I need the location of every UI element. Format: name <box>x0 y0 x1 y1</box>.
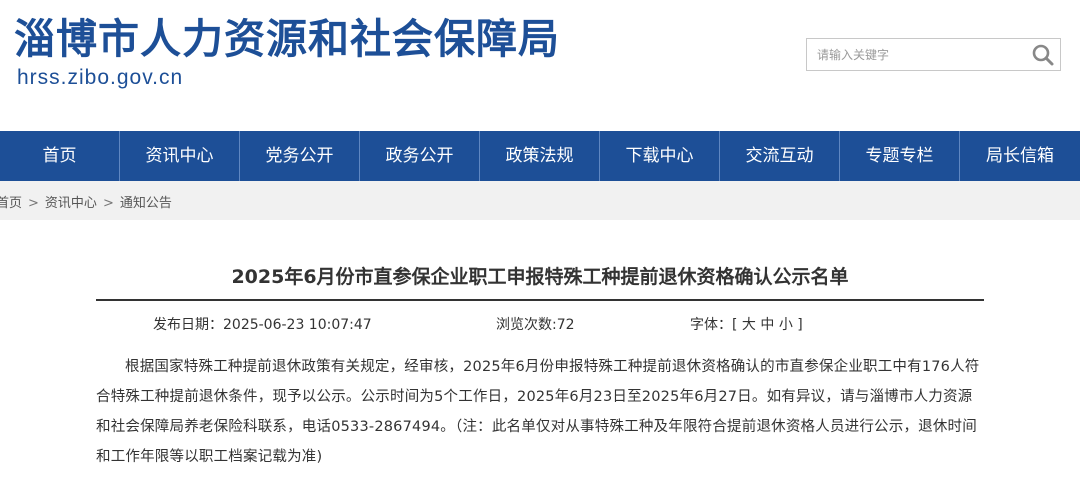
font-size-small[interactable]: 小 <box>779 317 793 333</box>
site-title[interactable]: 淄博市人力资源和社会保障局 <box>14 14 560 64</box>
nav-item-home[interactable]: 首页 <box>0 131 120 181</box>
nav-item-party-affairs[interactable]: 党务公开 <box>240 131 360 181</box>
font-size-large[interactable]: 大 <box>742 317 756 333</box>
nav-item-news[interactable]: 资讯中心 <box>120 131 240 181</box>
breadcrumb-notices[interactable]: 通知公告 <box>120 196 172 211</box>
breadcrumb-bar: 首页 > 资讯中心 > 通知公告 <box>0 181 1080 220</box>
nav-item-special-topics[interactable]: 专题专栏 <box>840 131 960 181</box>
search-input[interactable] <box>807 39 1025 70</box>
breadcrumb-separator: > <box>28 196 39 211</box>
breadcrumb-separator: > <box>102 196 114 211</box>
font-size-medium[interactable]: 中 <box>760 317 774 333</box>
font-size-close: ] <box>797 317 803 333</box>
article-body: 根据国家特殊工种提前退休政策有关规定，经审核，2025年6月份申报特殊工种提前退… <box>96 359 980 465</box>
font-size-selector: 字体：[ 大 中 小 ] <box>690 314 803 334</box>
site-header: 淄博市人力资源和社会保障局 hrss.zibo.gov.cn <box>0 0 1080 131</box>
article-title: 2025年6月份市直参保企业职工申报特殊工种提前退休资格确认公示名单 <box>231 266 849 288</box>
breadcrumb-news[interactable]: 资讯中心 <box>45 196 97 211</box>
nav-item-interaction[interactable]: 交流互动 <box>720 131 840 181</box>
breadcrumb-home[interactable]: 首页 <box>0 196 22 211</box>
font-size-label: 字体：[ <box>690 317 738 333</box>
breadcrumb: 首页 > 资讯中心 > 通知公告 <box>0 192 172 211</box>
main-nav: 首页 资讯中心 党务公开 政务公开 政策法规 下载中心 交流互动 专题专栏 局长… <box>0 131 1080 181</box>
view-count: 浏览次数:72 <box>496 317 575 333</box>
title-divider <box>96 299 984 301</box>
search-box <box>806 38 1061 71</box>
site-domain: hrss.zibo.gov.cn <box>17 66 184 89</box>
nav-item-downloads[interactable]: 下载中心 <box>600 131 720 181</box>
nav-item-policies[interactable]: 政策法规 <box>480 131 600 181</box>
nav-item-director-mailbox[interactable]: 局长信箱 <box>960 131 1080 181</box>
publish-date: 发布日期：2025-06-23 10:07:47 <box>153 317 372 333</box>
nav-item-government-affairs[interactable]: 政务公开 <box>360 131 480 181</box>
search-icon[interactable] <box>1030 42 1056 68</box>
